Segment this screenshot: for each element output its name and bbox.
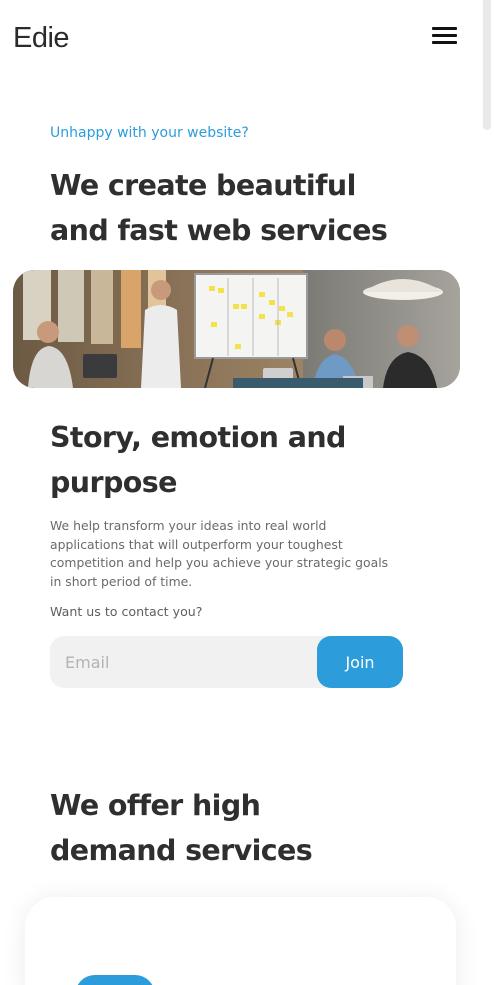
scrollbar-thumb[interactable] xyxy=(483,0,491,130)
story-description: We help transform your ideas into real w… xyxy=(50,518,389,589)
story-title: Story, emotion and purpose xyxy=(50,421,346,499)
menu-bar xyxy=(432,27,457,30)
service-icon xyxy=(75,975,155,985)
hero-eyebrow: Unhappy with your website? xyxy=(50,125,249,141)
join-button[interactable]: Join xyxy=(317,636,403,688)
hamburger-menu-icon[interactable] xyxy=(432,26,458,46)
services-title: We offer high demand services xyxy=(50,789,313,867)
brand-logo[interactable]: Edie xyxy=(13,22,70,55)
page-scrollbar[interactable] xyxy=(482,0,494,985)
hero-title: We create beautiful and fast web service… xyxy=(50,169,388,247)
team-meeting-illustration xyxy=(13,270,460,388)
menu-bar xyxy=(432,34,457,37)
email-input[interactable] xyxy=(50,636,350,688)
signup-form: Join xyxy=(50,636,403,688)
team-meeting-photo xyxy=(13,270,460,388)
contact-prompt: Want us to contact you? xyxy=(50,604,203,619)
service-card[interactable] xyxy=(25,897,456,985)
menu-bar xyxy=(432,41,457,44)
site-header: Edie xyxy=(0,0,482,80)
